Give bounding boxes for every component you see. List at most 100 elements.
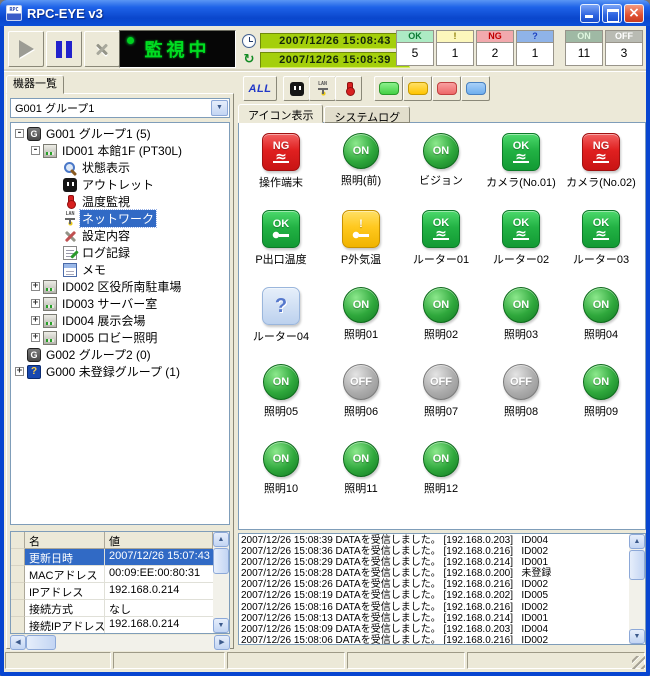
- tree-item-label[interactable]: アウトレット: [80, 176, 156, 193]
- temperature-filter-button[interactable]: [335, 76, 362, 101]
- tree-item[interactable]: ログ記録: [11, 244, 229, 261]
- device-status-icon[interactable]: ON 照明02: [401, 287, 481, 364]
- status-badge[interactable]: NG: [582, 133, 620, 171]
- device-status-icon[interactable]: ON ビジョン: [401, 133, 481, 210]
- device-status-icon[interactable]: NG カメラ(No.02): [561, 133, 641, 210]
- status-badge[interactable]: OK: [262, 210, 300, 248]
- log-vertical-scrollbar[interactable]: ▲ ▼: [629, 534, 645, 644]
- tree-expander[interactable]: -: [15, 129, 24, 138]
- device-status-icon[interactable]: OFF 照明06: [321, 364, 401, 441]
- status-badge[interactable]: ON: [343, 133, 379, 169]
- scroll-left-icon[interactable]: ◀: [10, 635, 26, 650]
- column-header-value[interactable]: 値: [105, 532, 213, 549]
- chevron-down-icon[interactable]: ▼: [211, 100, 228, 116]
- tree-item[interactable]: アウトレット: [11, 176, 229, 193]
- tree-expander[interactable]: +: [31, 282, 40, 291]
- tree-expander[interactable]: +: [15, 367, 24, 376]
- device-status-icon[interactable]: ON 照明10: [241, 441, 321, 518]
- blue-status-filter-button[interactable]: [461, 76, 490, 101]
- scroll-down-icon[interactable]: ▼: [629, 629, 645, 644]
- device-status-icon[interactable]: ON 照明04: [561, 287, 641, 364]
- device-status-icon[interactable]: NG 操作端末: [241, 133, 321, 210]
- tree-item[interactable]: 温度監視: [11, 193, 229, 210]
- status-badge[interactable]: OK: [582, 210, 620, 248]
- status-badge[interactable]: OFF: [423, 364, 459, 400]
- status-badge[interactable]: ON: [423, 441, 459, 477]
- tree-item[interactable]: - ID001 本館1F (PT30L): [11, 142, 229, 159]
- device-status-icon[interactable]: OK カメラ(No.01): [481, 133, 561, 210]
- tree-item[interactable]: - G001 グループ1 (5): [11, 125, 229, 142]
- status-badge[interactable]: OFF: [503, 364, 539, 400]
- property-row[interactable]: 更新日時 2007/12/26 15:07:43: [11, 549, 215, 566]
- device-status-icon[interactable]: ON 照明05: [241, 364, 321, 441]
- tree-item[interactable]: ネットワーク: [11, 210, 229, 227]
- scroll-up-icon[interactable]: ▲: [213, 532, 229, 547]
- tree-item-label[interactable]: ID002 区役所南駐車場: [60, 278, 183, 295]
- status-badge[interactable]: NG: [262, 133, 300, 171]
- tab-device-list[interactable]: 機器一覧: [6, 75, 64, 94]
- status-badge[interactable]: OK: [422, 210, 460, 248]
- device-status-icon[interactable]: ? ルーター04: [241, 287, 321, 364]
- group-select[interactable]: G001 グループ1 ▼: [10, 98, 230, 118]
- tree-expander[interactable]: -: [31, 146, 40, 155]
- device-tree[interactable]: - G001 グループ1 (5) - ID001 本館1F (PT30L) 状態…: [10, 122, 230, 525]
- property-row[interactable]: IPアドレス 192.168.0.214: [11, 583, 215, 600]
- device-status-icon[interactable]: ! P外気温: [321, 210, 401, 287]
- status-badge[interactable]: OK: [502, 133, 540, 171]
- device-status-icon[interactable]: OFF 照明07: [401, 364, 481, 441]
- minimize-button[interactable]: [580, 4, 600, 23]
- scrollbar-thumb[interactable]: [629, 550, 645, 580]
- device-status-icon[interactable]: OK ルーター01: [401, 210, 481, 287]
- pause-monitoring-button[interactable]: [46, 31, 82, 67]
- status-badge[interactable]: ?: [262, 287, 300, 325]
- tree-expander[interactable]: +: [31, 316, 40, 325]
- tree-expander[interactable]: +: [31, 299, 40, 308]
- tree-item[interactable]: + G000 未登録グループ (1): [11, 363, 229, 380]
- tree-item-label[interactable]: ID005 ロビー照明: [60, 329, 159, 346]
- device-status-icon[interactable]: OFF 照明08: [481, 364, 561, 441]
- status-badge[interactable]: ON: [423, 287, 459, 323]
- tree-item-label[interactable]: メモ: [80, 261, 108, 278]
- maximize-button[interactable]: [602, 4, 622, 23]
- device-status-icon[interactable]: OK ルーター02: [481, 210, 561, 287]
- property-row[interactable]: 接続方式 なし: [11, 600, 215, 617]
- tree-item-label[interactable]: G002 グループ2 (0): [44, 346, 153, 363]
- status-badge[interactable]: ON: [583, 364, 619, 400]
- tree-item[interactable]: + ID005 ロビー照明: [11, 329, 229, 346]
- green-status-filter-button[interactable]: [374, 76, 403, 101]
- close-button[interactable]: [624, 4, 644, 23]
- status-badge[interactable]: ON: [263, 441, 299, 477]
- device-status-icon[interactable]: ON 照明12: [401, 441, 481, 518]
- tree-item-label[interactable]: 温度監視: [80, 193, 132, 210]
- tree-item-label[interactable]: 状態表示: [80, 159, 132, 176]
- tree-item-label[interactable]: ネットワーク: [80, 210, 156, 227]
- device-status-icon[interactable]: OK P出口温度: [241, 210, 321, 287]
- tree-expander[interactable]: +: [31, 333, 40, 342]
- status-badge[interactable]: ON: [263, 364, 299, 400]
- tree-item-label[interactable]: 設定内容: [80, 227, 132, 244]
- status-badge[interactable]: ON: [583, 287, 619, 323]
- settings-button[interactable]: [84, 31, 120, 67]
- right-panel-tab[interactable]: アイコン表示: [238, 104, 323, 123]
- property-row[interactable]: MACアドレス 00:09:EE:00:80:31: [11, 566, 215, 583]
- device-status-icon[interactable]: ON 照明09: [561, 364, 641, 441]
- device-status-icon[interactable]: OK ルーター03: [561, 210, 641, 287]
- property-horizontal-scrollbar[interactable]: ◀ ▶: [10, 635, 230, 651]
- tree-item[interactable]: 設定内容: [11, 227, 229, 244]
- tree-item-label[interactable]: ID003 サーバー室: [60, 295, 159, 312]
- device-status-icon[interactable]: ON 照明11: [321, 441, 401, 518]
- scrollbar-thumb[interactable]: [213, 548, 229, 574]
- tree-item-label[interactable]: G000 未登録グループ (1): [44, 363, 182, 380]
- outlet-filter-button[interactable]: [283, 76, 310, 101]
- status-badge[interactable]: ON: [343, 441, 379, 477]
- property-vertical-scrollbar[interactable]: ▲ ▼: [213, 532, 229, 633]
- yellow-status-filter-button[interactable]: [403, 76, 432, 101]
- tree-item[interactable]: + ID003 サーバー室: [11, 295, 229, 312]
- device-status-icon[interactable]: ON 照明01: [321, 287, 401, 364]
- title-bar[interactable]: RPC-EYE v3: [0, 0, 650, 26]
- status-badge[interactable]: OK: [502, 210, 540, 248]
- tree-item-label[interactable]: ID001 本館1F (PT30L): [60, 142, 184, 159]
- tree-item-label[interactable]: ID004 展示会場: [60, 312, 147, 329]
- column-header-name[interactable]: 名: [25, 532, 105, 549]
- device-status-icon[interactable]: ON 照明(前): [321, 133, 401, 210]
